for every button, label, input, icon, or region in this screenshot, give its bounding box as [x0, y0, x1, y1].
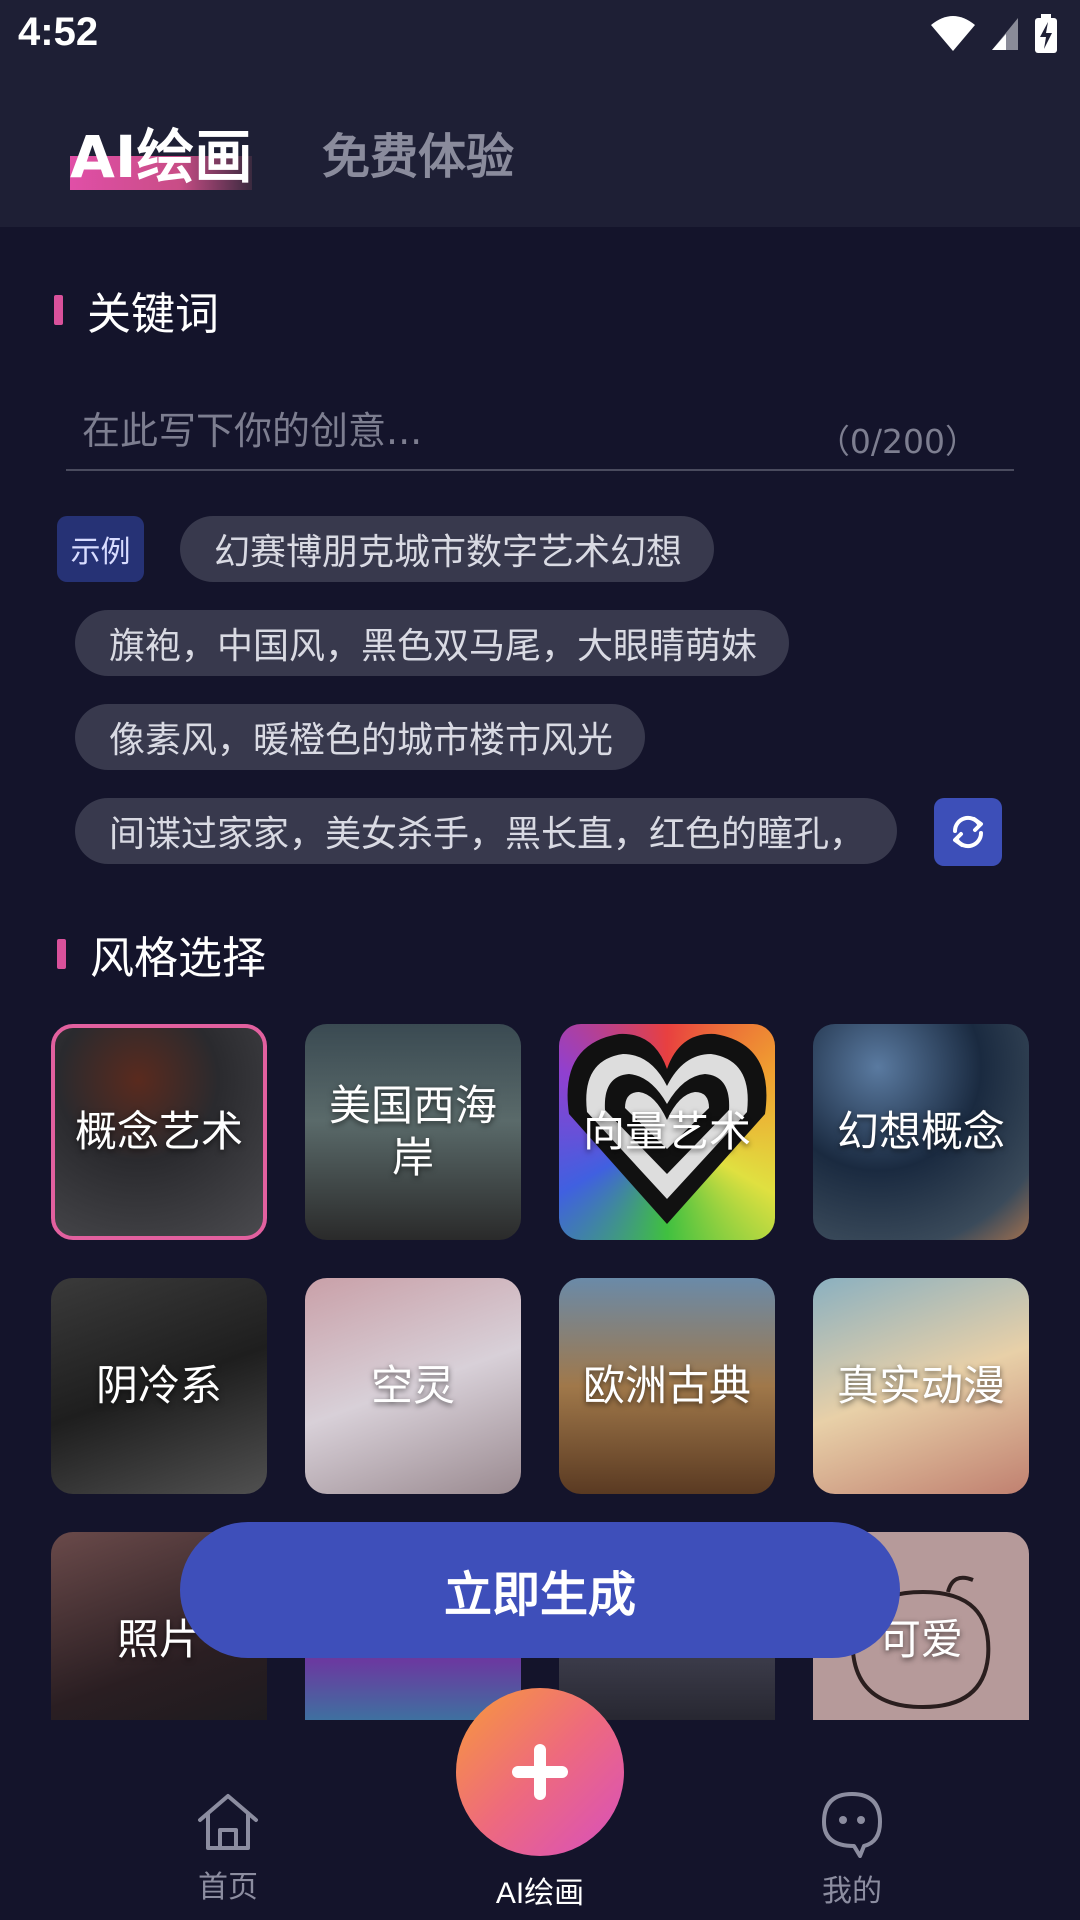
- plus-icon: [512, 1744, 568, 1800]
- tab-free-trial[interactable]: 免费体验: [322, 117, 514, 187]
- refresh-icon: [952, 815, 984, 849]
- section-title-text: 风格选择: [90, 933, 266, 984]
- style-tile-fantasy-concept[interactable]: 幻想概念: [813, 1024, 1029, 1240]
- style-label: 真实动漫: [836, 1361, 1005, 1410]
- keywords-section-title: 关键词: [54, 278, 219, 342]
- example-chip[interactable]: 间谍过家家，美女杀手，黑长直，红色的瞳孔，: [75, 798, 897, 864]
- example-chip[interactable]: 像素风，暖橙色的城市楼市风光: [75, 704, 645, 770]
- style-tile-vector-art[interactable]: 向量艺术: [559, 1024, 775, 1240]
- style-label: 阴冷系: [95, 1361, 222, 1410]
- status-icons: [930, 14, 1058, 54]
- ghost-icon: [822, 1792, 882, 1858]
- style-section-title: 风格选择: [57, 922, 266, 986]
- nav-label: 首页: [198, 1870, 258, 1905]
- style-label: 空灵: [370, 1361, 455, 1410]
- home-icon: [198, 1794, 258, 1850]
- section-marker: [57, 939, 66, 969]
- example-chip[interactable]: 旗袍，中国风，黑色双马尾，大眼睛萌妹: [75, 610, 789, 676]
- style-label: 美国西海岸: [328, 1081, 497, 1182]
- section-title-text: 关键词: [87, 289, 219, 340]
- style-label: 幻想概念: [836, 1107, 1005, 1156]
- style-label: 概念艺术: [74, 1107, 243, 1156]
- nav-label-ai-painting: AI绘画: [495, 1877, 585, 1910]
- wifi-icon: [931, 16, 975, 51]
- style-tile-us-west-coast[interactable]: 美国西海岸: [305, 1024, 521, 1240]
- status-time: 4:52: [18, 10, 99, 54]
- example-chip[interactable]: 幻赛博朋克城市数字艺术幻想: [180, 516, 714, 582]
- tab-ai-painting[interactable]: AI绘画: [70, 110, 253, 191]
- style-tile-ethereal[interactable]: 空灵: [305, 1278, 521, 1494]
- nav-item-home[interactable]: 首页: [180, 1790, 276, 1906]
- tab-label: AI绘画: [70, 123, 253, 191]
- style-tile-realistic-anime[interactable]: 真实动漫: [813, 1278, 1029, 1494]
- char-counter: （0/200）: [816, 422, 978, 461]
- creative-input[interactable]: [82, 401, 842, 461]
- header: AI绘画 免费体验: [0, 75, 1080, 227]
- cellular-signal-icon: [992, 18, 1018, 50]
- generate-now-button[interactable]: 立即生成: [180, 1522, 900, 1658]
- refresh-examples-button[interactable]: [934, 798, 1002, 866]
- style-label: 欧洲古典: [582, 1361, 751, 1410]
- battery-charging-icon: [1035, 14, 1057, 53]
- style-tile-european-classical[interactable]: 欧洲古典: [559, 1278, 775, 1494]
- example-badge: 示例: [57, 516, 144, 582]
- style-label: 向量艺术: [582, 1107, 751, 1156]
- nav-label: 我的: [822, 1874, 882, 1909]
- style-tile-gloomy[interactable]: 阴冷系: [51, 1278, 267, 1494]
- section-marker: [54, 295, 63, 325]
- creative-input-field: （0/200）: [66, 395, 1014, 471]
- nav-item-mine[interactable]: 我的: [804, 1790, 900, 1910]
- status-bar: 4:52: [0, 0, 1080, 75]
- nav-item-ai-painting[interactable]: [456, 1688, 624, 1856]
- style-tile-concept-art[interactable]: 概念艺术: [51, 1024, 267, 1240]
